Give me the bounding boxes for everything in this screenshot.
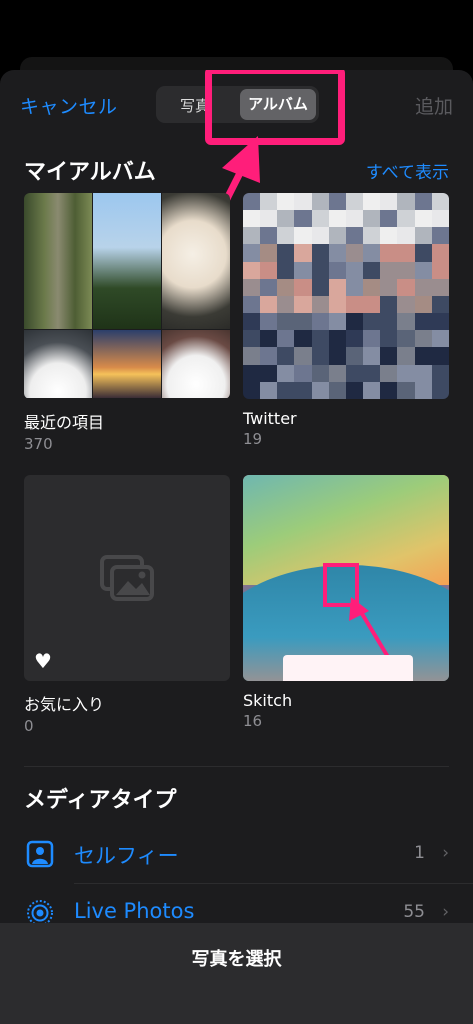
media-row-label: Live Photos	[74, 899, 195, 923]
album-thumbnail	[243, 193, 449, 399]
media-types-title: メディアタイプ	[24, 788, 177, 813]
album-count: 370	[24, 435, 53, 453]
photo-white-dog	[162, 330, 230, 398]
photo-picker-sheet: キャンセル 追加 写真 アルバム マイアルバム すべて表示 最近の項目 370	[0, 70, 473, 1024]
media-row-label: セルフィー	[74, 844, 179, 868]
photo-forest	[24, 193, 92, 329]
album-count: 16	[243, 712, 263, 730]
row-separator	[74, 883, 473, 884]
album-thumbnail	[243, 475, 449, 681]
album-twitter[interactable]: Twitter 19	[243, 193, 449, 448]
pixelated-image	[243, 193, 449, 399]
photo-trees-sky	[93, 193, 161, 329]
see-all-link[interactable]: すべて表示	[366, 158, 449, 183]
add-button[interactable]: 追加	[415, 92, 453, 119]
chevron-right-icon: ›	[442, 843, 449, 863]
photo-white-fluff	[24, 330, 92, 398]
section-divider	[24, 766, 449, 767]
cancel-button[interactable]: キャンセル	[20, 92, 118, 119]
album-recents[interactable]: 最近の項目 370	[24, 193, 230, 453]
album-count: 19	[243, 430, 263, 448]
photos-placeholder-icon	[100, 555, 154, 601]
bottom-bar: 写真を選択	[0, 923, 473, 1024]
media-row-count: 55	[403, 902, 425, 922]
heart-icon: ♥	[34, 649, 52, 673]
album-skitch[interactable]: Skitch 16	[243, 475, 449, 730]
photo-dog	[162, 193, 230, 329]
album-thumbnail	[24, 193, 230, 399]
album-name: Skitch	[243, 691, 293, 710]
wallpaper-image	[243, 475, 449, 681]
text-overlay	[283, 655, 413, 681]
my-albums-title: マイアルバム	[24, 160, 156, 185]
photo-sunset	[93, 330, 161, 398]
album-name: 最近の項目	[24, 413, 105, 432]
select-photos-button[interactable]: 写真を選択	[0, 945, 473, 971]
album-name: Twitter	[243, 409, 297, 428]
album-favorites[interactable]: ♥ お気に入り 0	[24, 475, 230, 735]
album-name: お気に入り	[24, 695, 105, 714]
selfie-icon	[26, 840, 54, 868]
album-thumbnail: ♥	[24, 475, 230, 681]
media-row-selfie[interactable]: セルフィー 1 ›	[0, 826, 473, 884]
album-count: 0	[24, 717, 34, 735]
media-row-count: 1	[414, 843, 425, 863]
chevron-right-icon: ›	[442, 902, 449, 922]
